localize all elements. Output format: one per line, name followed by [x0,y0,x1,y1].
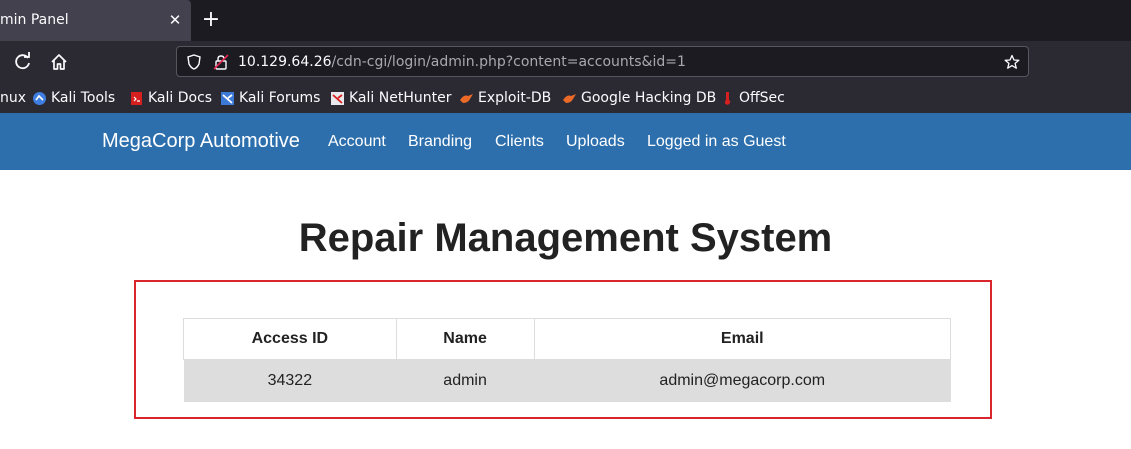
header-access-id: Access ID [183,318,397,360]
tab-title: min Panel [0,12,69,28]
bookmark-label: Kali NetHunter [349,90,452,106]
url-path: /cdn-cgi/login/admin.php?content=account… [331,54,686,70]
bookmark-label: OffSec [739,90,785,106]
active-tab[interactable]: min Panel ✕ [0,0,191,41]
tab-bar: min Panel ✕ + [0,0,1131,41]
table-row: 34322 admin admin@megacorp.com [183,359,951,402]
shield-icon[interactable] [186,54,202,70]
browser-toolbar: 10.129.64.26/cdn-cgi/login/admin.php?con… [0,41,1131,83]
bookmark-label: Kali Docs [148,90,213,106]
nav-clients[interactable]: Clients [495,133,544,151]
bookmark-kali-nethunter[interactable]: Kali NetHunter [330,89,451,107]
insecure-lock-icon[interactable] [213,54,229,70]
bookmark-google-hacking-db[interactable]: Google Hacking DB [562,89,716,107]
bookmark-kali-docs[interactable]: Kali Docs [129,89,212,107]
bookmarks-toolbar: nux Kali Tools Kali Docs Kali Forums Kal… [0,83,1131,113]
bookmark-kali-tools[interactable]: Kali Tools [32,89,115,107]
header-name: Name [395,318,535,360]
bookmark-exploit-db[interactable]: Exploit-DB [459,89,551,107]
page-title: Repair Management System [298,216,833,260]
bookmark-offsec[interactable]: OffSec [720,89,785,107]
nav-branding[interactable]: Branding [408,133,472,151]
bookmark-kali-linux[interactable]: nux [0,89,26,107]
nav-logged-in-status[interactable]: Logged in as Guest [647,133,786,151]
bookmark-label: nux [0,90,27,106]
nav-account[interactable]: Account [328,133,386,151]
header-email: Email [533,318,951,360]
brand-link[interactable]: MegaCorp Automotive [102,130,300,153]
table-header-row: Access ID Name Email [183,318,951,360]
kali-docs-icon [131,91,142,105]
cell-name: admin [396,359,534,402]
bookmark-label: Google Hacking DB [581,90,717,106]
url-text: 10.129.64.26/cdn-cgi/login/admin.php?con… [238,54,686,70]
close-tab-icon[interactable]: ✕ [167,10,183,30]
offsec-icon [724,91,731,105]
bookmark-label: Exploit-DB [478,90,552,106]
home-icon[interactable] [49,52,69,72]
ghdb-icon [563,93,576,103]
kali-tools-icon [33,91,46,105]
new-tab-icon[interactable]: + [201,9,221,31]
accounts-table: Access ID Name Email 34322 admin admin@m… [183,318,951,402]
bookmark-label: Kali Forums [239,90,321,106]
url-host: 10.129.64.26 [238,54,332,70]
site-navbar: MegaCorp Automotive Account Branding Cli… [0,113,1131,170]
cell-email: admin@megacorp.com [534,359,951,402]
nav-uploads[interactable]: Uploads [566,133,625,151]
url-bar[interactable]: 10.129.64.26/cdn-cgi/login/admin.php?con… [176,46,1029,77]
reload-icon[interactable] [13,52,33,72]
cell-access-id: 34322 [183,359,397,402]
kali-forums-icon [221,91,234,105]
bookmark-kali-forums[interactable]: Kali Forums [220,89,320,107]
bookmark-star-icon[interactable] [1004,54,1020,70]
bookmark-label: Kali Tools [51,90,116,106]
kali-nethunter-icon [331,91,344,105]
exploit-db-icon [460,93,473,103]
